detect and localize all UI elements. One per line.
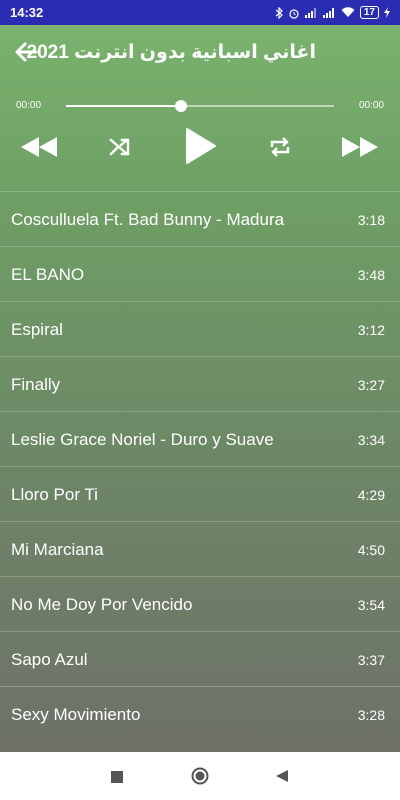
track-title: Mi Marciana <box>11 540 104 559</box>
list-item[interactable]: Sexy Movimiento 3:28 <box>0 686 400 741</box>
track-duration: 3:37 <box>357 652 385 668</box>
seek-bar-fill <box>66 105 182 107</box>
square-icon <box>111 771 123 783</box>
list-item[interactable]: Cosculluela Ft. Bad Bunny - Madura 3:18 <box>0 191 400 246</box>
track-duration: 3:34 <box>357 432 385 448</box>
seek-bar[interactable] <box>66 100 334 112</box>
player-controls <box>0 124 400 168</box>
track-title: EL BANO <box>11 265 85 284</box>
rewind-button[interactable] <box>18 132 60 162</box>
circle-icon <box>191 767 209 785</box>
battery-level: 17 <box>359 6 379 19</box>
track-list: Cosculluela Ft. Bad Bunny - Madura 3:18 … <box>0 191 400 741</box>
track-title: Cosculluela Ft. Bad Bunny - Madura <box>11 210 285 229</box>
track-duration: 3:18 <box>357 212 385 228</box>
list-item[interactable]: Leslie Grace Noriel - Duro y Suave 3:34 <box>0 411 400 466</box>
track-title: No Me Doy Por Vencido <box>11 595 193 614</box>
signal-icon-2 <box>322 8 334 18</box>
elapsed-time: 00:00 <box>16 100 42 111</box>
track-title: Sexy Movimiento <box>11 705 141 724</box>
track-title: Leslie Grace Noriel - Duro y Suave <box>11 430 274 449</box>
list-item[interactable]: Espiral 3:12 <box>0 301 400 356</box>
fast-forward-button[interactable] <box>339 132 381 162</box>
recents-button[interactable] <box>111 770 123 783</box>
system-nav-bar <box>0 752 400 800</box>
track-title: Finally <box>11 375 61 394</box>
list-item[interactable]: EL BANO 3:48 <box>0 246 400 301</box>
list-item[interactable]: Mi Marciana 4:50 <box>0 521 400 576</box>
track-duration: 3:27 <box>357 377 385 393</box>
fast-forward-icon <box>342 137 378 157</box>
app-screen: 14:32 17 اغاني اسبانية بدون انترنت 2021 … <box>0 0 400 752</box>
alarm-icon <box>289 8 299 19</box>
play-icon <box>186 128 216 164</box>
signal-icon <box>304 8 316 18</box>
play-button[interactable] <box>180 124 220 168</box>
wifi-icon <box>341 7 355 17</box>
list-item[interactable]: Lloro Por Ti 4:29 <box>0 466 400 521</box>
rewind-icon <box>21 137 57 157</box>
track-duration: 3:48 <box>357 267 385 283</box>
track-title: Espiral <box>11 320 63 339</box>
seek-bar-thumb[interactable] <box>175 100 188 112</box>
app-header: اغاني اسبانية بدون انترنت 2021 <box>0 25 400 83</box>
status-time: 14:32 <box>10 5 44 20</box>
track-duration: 4:29 <box>357 487 385 503</box>
total-time: 00:00 <box>358 100 384 111</box>
list-item[interactable]: No Me Doy Por Vencido 3:54 <box>0 576 400 631</box>
track-duration: 4:50 <box>357 542 385 558</box>
charging-icon <box>384 7 390 18</box>
track-title: Sapo Azul <box>11 650 88 669</box>
bluetooth-icon <box>275 6 283 19</box>
track-duration: 3:54 <box>357 597 385 613</box>
list-item[interactable]: Finally 3:27 <box>0 356 400 411</box>
repeat-button[interactable] <box>266 134 294 160</box>
status-bar: 14:32 17 <box>0 0 400 25</box>
track-title: Lloro Por Ti <box>11 485 98 504</box>
track-duration: 3:12 <box>357 322 385 338</box>
list-item[interactable]: Sapo Azul 3:37 <box>0 631 400 686</box>
back-nav-button[interactable] <box>275 769 289 783</box>
repeat-icon <box>270 137 290 157</box>
home-button[interactable] <box>191 767 209 785</box>
shuffle-icon <box>109 138 130 156</box>
triangle-back-icon <box>276 770 288 782</box>
shuffle-button[interactable] <box>106 134 134 160</box>
track-duration: 3:28 <box>357 707 385 723</box>
page-title: اغاني اسبانية بدون انترنت 2021 <box>26 42 317 63</box>
status-icons: 17 <box>275 6 390 19</box>
